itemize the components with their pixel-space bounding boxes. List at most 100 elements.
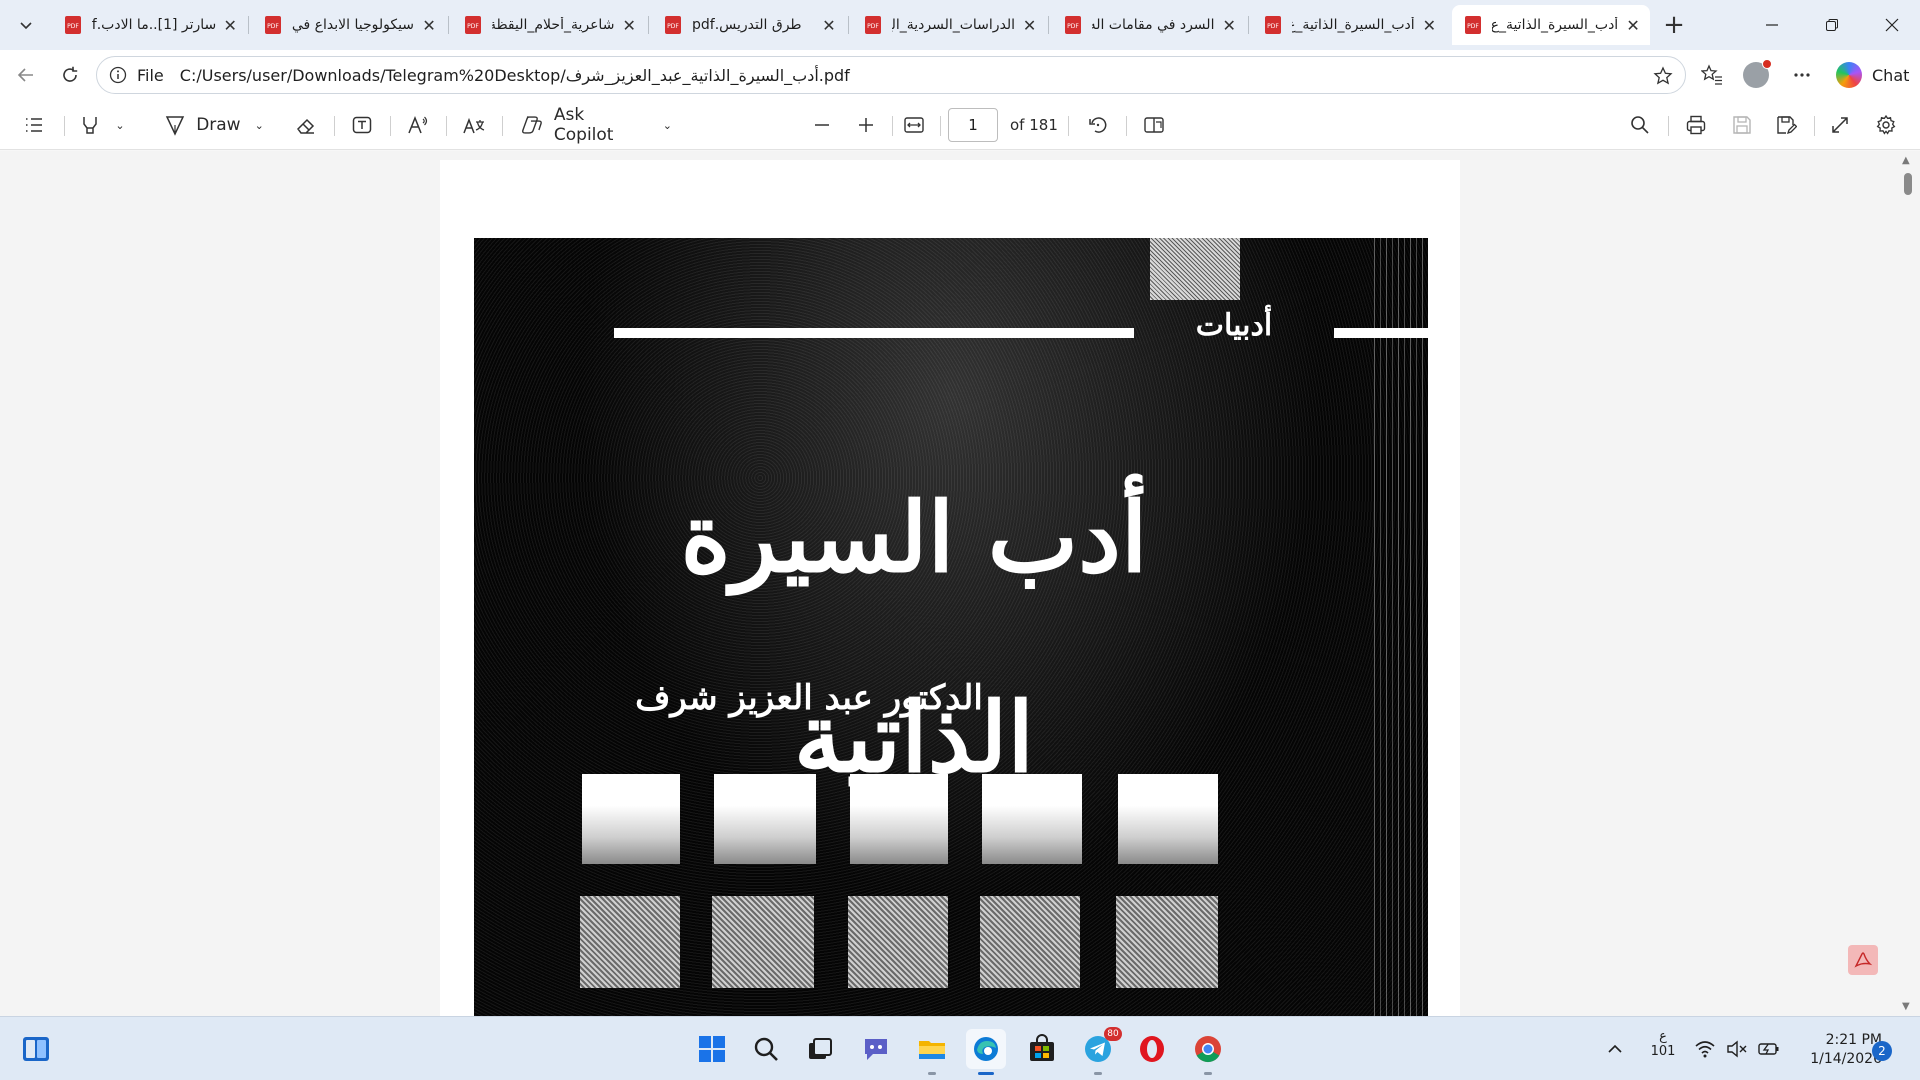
- back-button[interactable]: [8, 57, 44, 93]
- file-explorer-button[interactable]: [912, 1029, 952, 1075]
- svg-text:PDF: PDF: [1267, 23, 1279, 30]
- svg-text:PDF: PDF: [1067, 23, 1079, 30]
- network-status[interactable]: [1690, 1029, 1720, 1069]
- scroll-down-arrow-icon[interactable]: ▼: [1902, 1001, 1910, 1012]
- save-as-button[interactable]: [1768, 108, 1804, 142]
- toolbar-divider: [334, 116, 335, 136]
- clock-date: 1/14/2026: [1810, 1051, 1882, 1067]
- save-button[interactable]: [1724, 108, 1760, 142]
- minimize-button[interactable]: [1744, 0, 1800, 50]
- close-icon[interactable]: ✕: [222, 16, 238, 35]
- highlight-button[interactable]: ⌄: [72, 108, 132, 142]
- contents-button[interactable]: [16, 108, 52, 142]
- tab-title: شاعرية_أحلام_اليقظة: [492, 17, 615, 33]
- tab-4[interactable]: PDF طرق التدريس.pdf ✕: [652, 5, 846, 45]
- notification-count-badge[interactable]: 2: [1872, 1041, 1892, 1061]
- draw-label: Draw: [196, 115, 241, 135]
- chevron-down-icon[interactable]: ⌄: [255, 119, 264, 132]
- rotate-button[interactable]: [1080, 108, 1116, 142]
- copilot-chat-button[interactable]: Chat: [1830, 57, 1914, 93]
- draw-button[interactable]: Draw ⌄: [154, 108, 274, 142]
- show-hidden-icons-button[interactable]: [1600, 1029, 1630, 1069]
- close-window-button[interactable]: [1864, 0, 1920, 50]
- favorites-button[interactable]: [1694, 57, 1730, 93]
- tab-title: سارتر [1]..ما الادب.pdf: [92, 17, 217, 33]
- battery-status[interactable]: [1754, 1029, 1784, 1069]
- running-indicator: [1204, 1072, 1212, 1075]
- close-icon: [1885, 18, 1899, 32]
- taskbar-search-button[interactable]: [746, 1029, 786, 1069]
- pdf-settings-button[interactable]: [1868, 108, 1904, 142]
- fit-width-icon: [904, 117, 924, 133]
- close-icon[interactable]: ✕: [420, 16, 438, 35]
- close-icon[interactable]: ✕: [820, 16, 838, 35]
- settings-more-button[interactable]: [1784, 57, 1820, 93]
- input-language-indicator[interactable]: ع 101: [1648, 1029, 1678, 1059]
- chevron-down-icon[interactable]: ⌄: [115, 119, 124, 132]
- plus-icon: [859, 118, 873, 132]
- widgets-icon: [23, 1037, 49, 1061]
- table-of-contents-icon: [26, 118, 42, 132]
- close-icon[interactable]: ✕: [1021, 16, 1038, 35]
- tab-title: أدب_السيرة_الذاتية_ع: [1292, 17, 1415, 33]
- scrollbar-thumb[interactable]: [1904, 173, 1912, 195]
- refresh-button[interactable]: [52, 57, 88, 93]
- system-clock[interactable]: 2:21 PM 1/14/2026: [1782, 1031, 1882, 1069]
- tab-5[interactable]: PDF الدراسات_السردية_الع ✕: [852, 5, 1046, 45]
- print-button[interactable]: [1678, 108, 1714, 142]
- chevron-down-icon[interactable]: ⌄: [663, 119, 672, 132]
- zoom-in-button[interactable]: [848, 108, 884, 142]
- close-icon[interactable]: ✕: [620, 16, 638, 35]
- adobe-acrobat-icon[interactable]: [1848, 945, 1878, 975]
- full-screen-button[interactable]: [1822, 108, 1858, 142]
- favorite-star-icon[interactable]: [1651, 64, 1675, 88]
- unread-count-badge: 80: [1104, 1027, 1122, 1041]
- teams-chat-button[interactable]: [856, 1029, 896, 1069]
- tab-divider: [648, 16, 649, 34]
- address-bar[interactable]: File C:/Users/user/Downloads/Telegram%20…: [96, 56, 1686, 94]
- pdf-file-icon: PDF: [865, 16, 881, 34]
- page-view-button[interactable]: [1136, 108, 1172, 142]
- tab-7[interactable]: PDF أدب_السيرة_الذاتية_ع ✕: [1252, 5, 1446, 45]
- vertical-scrollbar[interactable]: ▲ ▼: [1896, 151, 1920, 1016]
- page-number-input[interactable]: 1: [948, 108, 998, 142]
- toolbar-divider: [940, 116, 941, 136]
- close-icon[interactable]: ✕: [1421, 16, 1438, 35]
- ask-copilot-button[interactable]: Ask Copilot ⌄: [512, 105, 672, 145]
- url-text[interactable]: C:/Users/user/Downloads/Telegram%20Deskt…: [180, 66, 850, 85]
- scroll-up-arrow-icon[interactable]: ▲: [1902, 155, 1910, 166]
- tab-1[interactable]: PDF سارتر [1]..ما الادب.pdf ✕: [52, 5, 246, 45]
- toolbar-divider: [502, 116, 503, 136]
- telegram-button[interactable]: 80: [1078, 1027, 1122, 1075]
- new-tab-button[interactable]: +: [1656, 7, 1692, 43]
- tab-2[interactable]: PDF سيكولوجيا الابداع في ✕: [252, 5, 446, 45]
- read-aloud-button[interactable]: [400, 108, 436, 142]
- zoom-out-button[interactable]: [804, 108, 840, 142]
- edge-browser-button[interactable]: [966, 1029, 1006, 1075]
- opera-browser-button[interactable]: [1132, 1029, 1172, 1069]
- fit-to-width-button[interactable]: [896, 108, 932, 142]
- microsoft-store-button[interactable]: [1022, 1029, 1062, 1069]
- add-text-button[interactable]: [344, 108, 380, 142]
- translate-button[interactable]: [456, 108, 492, 142]
- erase-button[interactable]: [288, 108, 324, 142]
- close-icon[interactable]: ✕: [1624, 16, 1642, 35]
- widgets-button[interactable]: [16, 1029, 56, 1069]
- tab-actions-menu-button[interactable]: [8, 7, 44, 43]
- pdf-viewer-canvas[interactable]: أدبيات أدب السيرة الذاتية الدكتور عبد ال…: [0, 151, 1920, 1016]
- task-view-button[interactable]: [800, 1029, 840, 1069]
- start-button[interactable]: [692, 1029, 732, 1069]
- tab-title: سيكولوجيا الابداع في: [292, 17, 415, 33]
- svg-text:PDF: PDF: [867, 23, 879, 30]
- chrome-browser-button[interactable]: [1188, 1029, 1228, 1075]
- find-button[interactable]: [1622, 108, 1658, 142]
- profile-button[interactable]: [1738, 57, 1774, 93]
- tab-6[interactable]: PDF السرد في مقامات اله ✕: [1052, 5, 1246, 45]
- svg-text:PDF: PDF: [667, 23, 679, 30]
- close-icon[interactable]: ✕: [1220, 16, 1238, 35]
- tab-3[interactable]: PDF شاعرية_أحلام_اليقظة ✕: [452, 5, 646, 45]
- tab-8-active[interactable]: PDF أدب_السيرة_الذاتية_ع ✕: [1452, 5, 1650, 45]
- info-icon[interactable]: [107, 64, 129, 86]
- restore-button[interactable]: [1804, 0, 1860, 50]
- volume-status[interactable]: [1722, 1029, 1752, 1069]
